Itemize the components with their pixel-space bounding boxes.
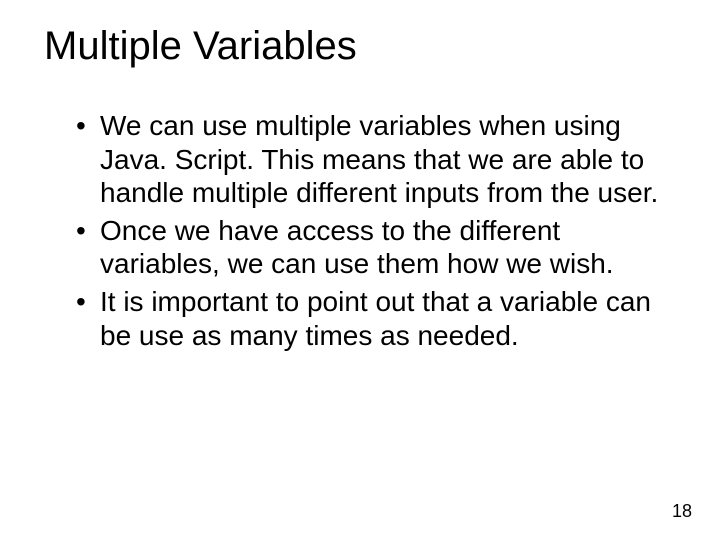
slide: Multiple Variables We can use multiple v… (0, 0, 720, 540)
slide-title: Multiple Variables (44, 24, 672, 69)
bullet-list: We can use multiple variables when using… (48, 109, 672, 352)
bullet-item: We can use multiple variables when using… (76, 109, 672, 210)
page-number: 18 (672, 501, 692, 522)
bullet-item: Once we have access to the different var… (76, 214, 672, 281)
bullet-item: It is important to point out that a vari… (76, 285, 672, 352)
